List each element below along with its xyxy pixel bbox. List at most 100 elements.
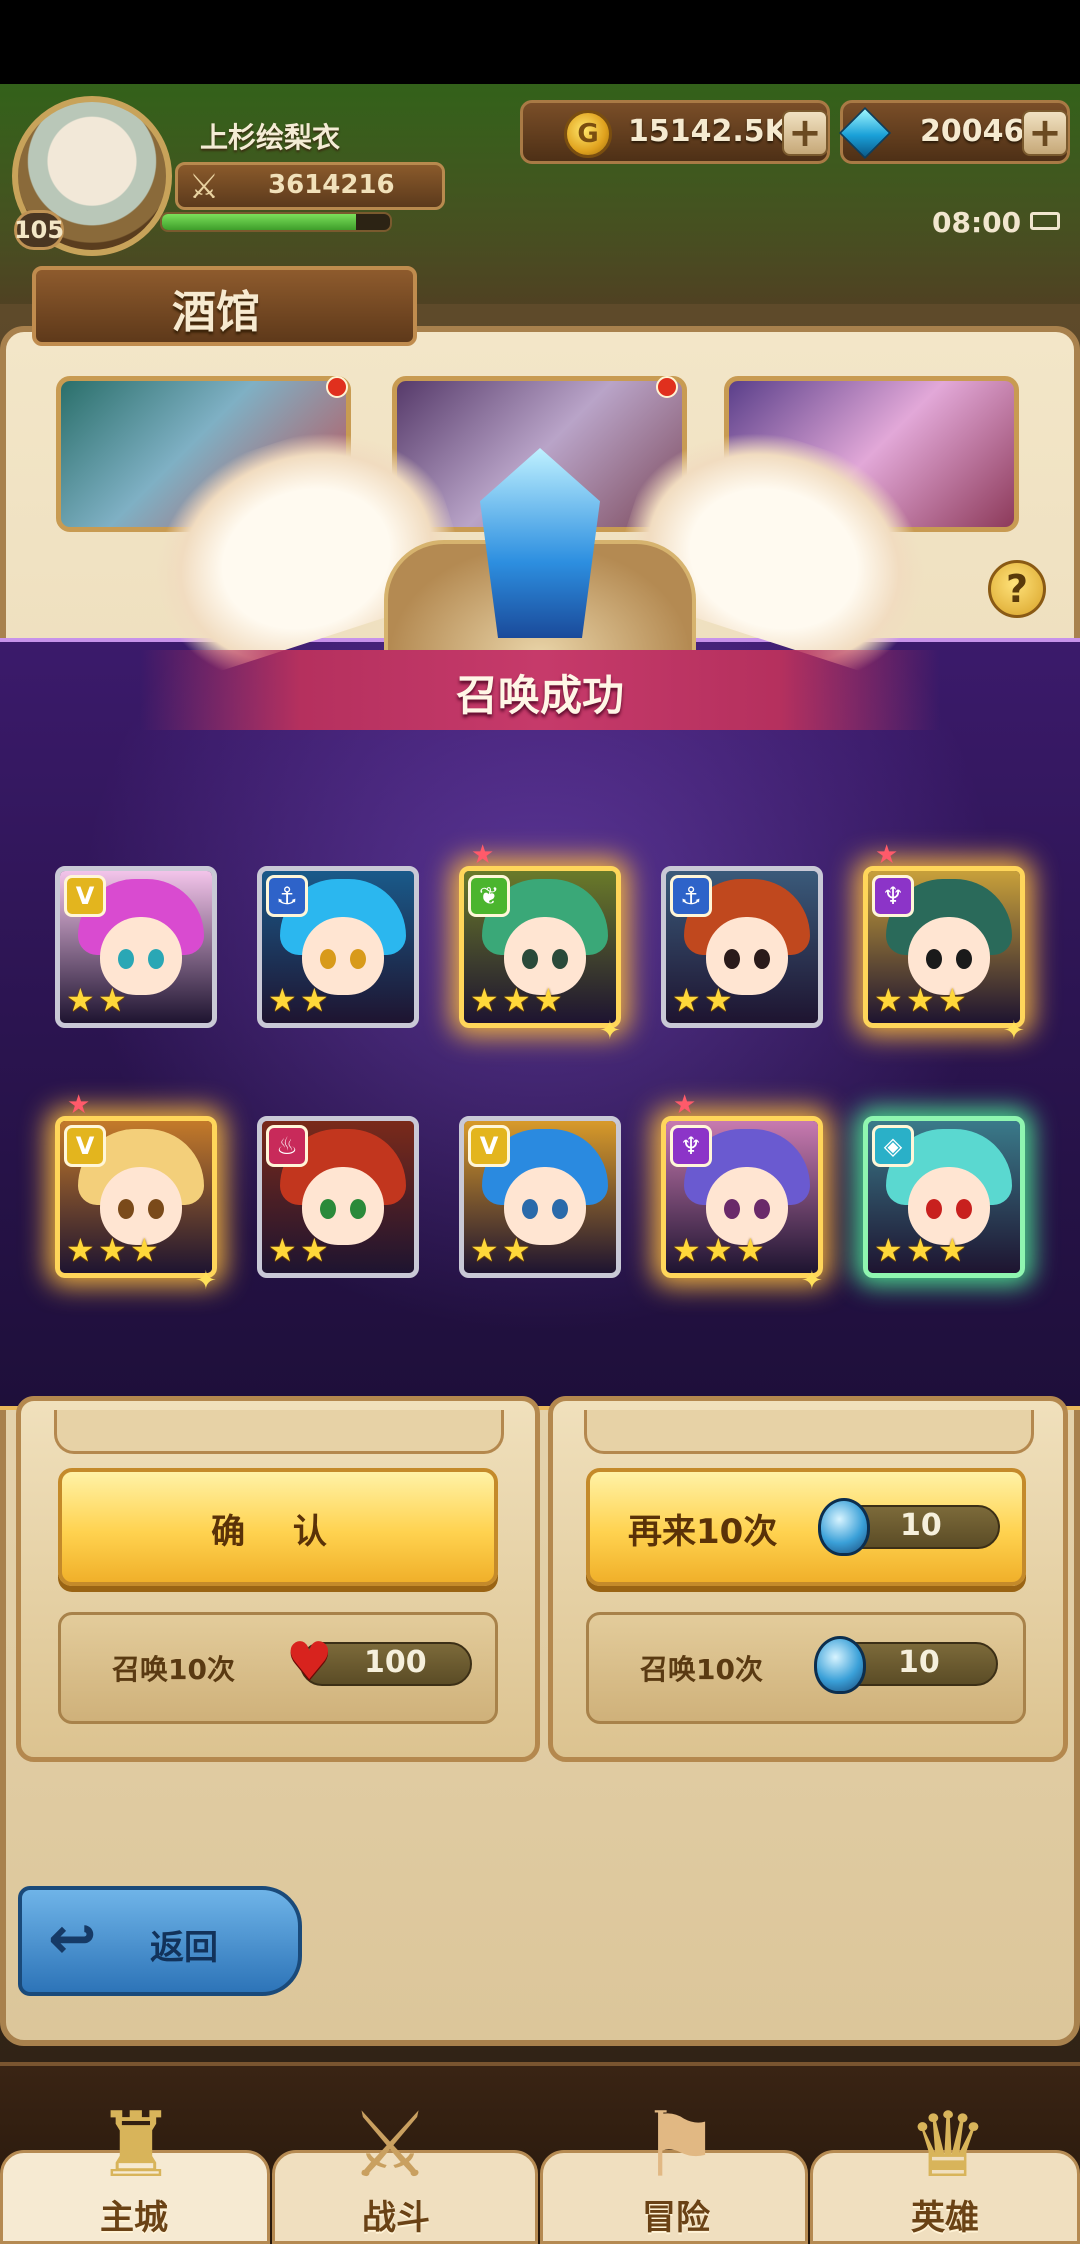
star-icon: ★ (98, 981, 127, 1019)
star-icon: ★ (130, 1231, 159, 1269)
hero-eye (148, 949, 164, 969)
hero-card[interactable]: ♨ ★ ★ (257, 1116, 419, 1278)
hero-eye (754, 949, 770, 969)
hero-card[interactable]: ♆ ★ ★ ★ (863, 866, 1025, 1028)
anchor-icon: ⚓ (670, 875, 712, 917)
egg-icon (814, 1636, 866, 1694)
heart-icon: ♥ (286, 1632, 333, 1692)
sparkle-icon: ✦ (1003, 1016, 1025, 1046)
nav-label-adventure: 冒险 (642, 2198, 710, 2238)
star-icon: ★ (672, 1231, 701, 1269)
star-icon: ★ (874, 1231, 903, 1269)
battery-icon (1030, 212, 1060, 230)
add-gem-button[interactable]: + (1022, 110, 1068, 156)
hero-card[interactable]: V ★ ★ (55, 866, 217, 1028)
hero-eye (522, 1199, 538, 1219)
hero-star-rating: ★ ★ ★ (470, 981, 564, 1019)
star-icon: ★ (470, 1231, 499, 1269)
star-icon: ★ (268, 981, 297, 1019)
star-icon: ★ (66, 1231, 95, 1269)
hero-star-rating: ★ ★ ★ (874, 1231, 968, 1269)
star-icon: ★ (470, 981, 499, 1019)
leaf-icon: ❦ (468, 875, 510, 917)
hero-card[interactable]: ⚓ ★ ★ (257, 866, 419, 1028)
hero-star-rating: ★ ★ (470, 1231, 532, 1269)
hero-eye (754, 1199, 770, 1219)
help-button[interactable]: ? (988, 560, 1046, 618)
hero-star-rating: ★ ★ ★ (66, 1231, 160, 1269)
diamond-icon: ◈ (872, 1125, 914, 1167)
star-icon: ★ (736, 1231, 765, 1269)
star-icon: ★ (268, 1231, 297, 1269)
return-arrow-icon: ↩ (48, 1904, 97, 1972)
hero-card[interactable]: ♆ ★ ★ ★ (661, 1116, 823, 1278)
hero-eye (350, 1199, 366, 1219)
back-button-label: 返回 (150, 1928, 218, 1968)
hero-card[interactable]: ⚓ ★ ★ (661, 866, 823, 1028)
player-level-badge: 105 (14, 210, 64, 250)
hero-eye (926, 1199, 942, 1219)
anchor-icon: ⚓ (266, 875, 308, 917)
star-icon: ★ (534, 981, 563, 1019)
star-icon: ★ (704, 981, 733, 1019)
hero-card[interactable]: V ★ ★ (459, 1116, 621, 1278)
hero-eye (148, 1199, 164, 1219)
v-chevron-icon: V (468, 1125, 510, 1167)
egg-cost: 10 (898, 1645, 940, 1680)
star-icon: ★ (938, 981, 967, 1019)
sparkle-icon: ★ (471, 840, 495, 870)
hero-eye (552, 1199, 568, 1219)
hero-eye (926, 949, 942, 969)
gold-value: 15142.5K (628, 114, 788, 149)
star-icon: ★ (502, 1231, 531, 1269)
egg-icon (818, 1498, 870, 1556)
power-value: 3614216 (268, 170, 395, 200)
v-chevron-icon: V (64, 875, 106, 917)
sparkle-icon: ✦ (599, 1016, 621, 1046)
v-chevron-icon: V (64, 1125, 106, 1167)
heart-cost: 100 (364, 1645, 427, 1680)
gem-value: 20046 (920, 114, 1025, 149)
crossed-swords-power-icon: ⚔ (188, 167, 220, 207)
sparkle-icon: ★ (875, 840, 899, 870)
hero-eye (350, 949, 366, 969)
hero-eye (724, 949, 740, 969)
demon-icon: ♆ (872, 875, 914, 917)
summon-10-heart-label: 召唤10次 (112, 1653, 235, 1686)
clock: 08:00 (932, 206, 1022, 239)
hero-star-rating: ★ ★ ★ (874, 981, 968, 1019)
hero-eye (118, 949, 134, 969)
hero-eye (522, 949, 538, 969)
star-icon: ★ (300, 1231, 329, 1269)
summon-again-label: 再来10次 (628, 1512, 778, 1552)
add-gold-button[interactable]: + (782, 110, 828, 156)
hero-eye (956, 1199, 972, 1219)
star-icon: ★ (66, 981, 95, 1019)
exp-bar (160, 212, 392, 232)
star-icon: ★ (704, 1231, 733, 1269)
star-icon: ★ (300, 981, 329, 1019)
status-bar (0, 0, 1080, 84)
star-icon: ★ (98, 1231, 127, 1269)
star-icon: ★ (672, 981, 701, 1019)
notification-dot (326, 376, 348, 398)
hero-card[interactable]: ◈ ★ ★ ★ (863, 1116, 1025, 1278)
star-icon: ★ (906, 1231, 935, 1269)
demon-icon: ♆ (670, 1125, 712, 1167)
page-title: 酒馆 (172, 287, 260, 338)
nav-label-battle: 战斗 (362, 2198, 430, 2238)
star-icon: ★ (938, 1231, 967, 1269)
nav-label-heroes: 英雄 (911, 2198, 979, 2238)
slot-tab-right (584, 1410, 1034, 1454)
hero-star-rating: ★ ★ (672, 981, 734, 1019)
nav-label-main-city: 主城 (100, 2198, 168, 2238)
hero-star-rating: ★ ★ (66, 981, 128, 1019)
hero-card[interactable]: V ★ ★ ★ (55, 1116, 217, 1278)
sparkle-icon: ★ (67, 1090, 91, 1120)
star-icon: ★ (906, 981, 935, 1019)
hero-card[interactable]: ❦ ★ ★ ★ (459, 866, 621, 1028)
hero-star-rating: ★ ★ (268, 981, 330, 1019)
slot-tab-left (54, 1410, 504, 1454)
star-icon: ★ (874, 981, 903, 1019)
confirm-button-label: 确 认 (211, 1512, 345, 1552)
